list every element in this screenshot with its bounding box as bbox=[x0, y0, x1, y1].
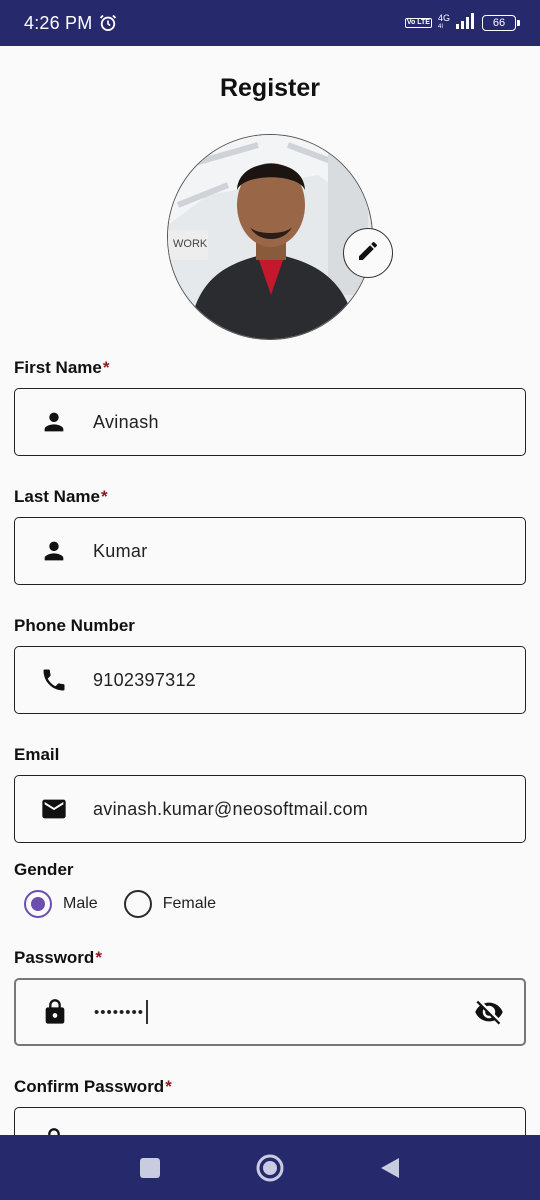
confirm-password-field[interactable] bbox=[14, 1107, 526, 1135]
person-icon bbox=[15, 537, 93, 565]
gender-female-radio[interactable]: Female bbox=[123, 890, 217, 918]
radio-checked-icon[interactable] bbox=[24, 890, 52, 918]
email-value: avinash.kumar@neosoftmail.com bbox=[93, 798, 369, 819]
last-name-label: Last Name* bbox=[14, 487, 108, 506]
avatar: WORK bbox=[167, 134, 373, 340]
volte-icon: Vo LTE bbox=[404, 18, 432, 28]
mail-icon bbox=[15, 795, 93, 823]
first-name-value: Avinash bbox=[93, 411, 159, 432]
first-name-label: First Name* bbox=[14, 358, 110, 377]
gender-male-label: Male bbox=[63, 895, 98, 912]
email-field[interactable]: avinash.kumar@neosoftmail.com bbox=[14, 775, 526, 843]
gender-male-radio[interactable]: Male bbox=[24, 890, 98, 918]
lock-icon bbox=[15, 1127, 93, 1135]
last-name-field[interactable]: Kumar bbox=[14, 517, 526, 585]
gender-label: Gender bbox=[14, 860, 74, 879]
home-button[interactable] bbox=[250, 1148, 290, 1188]
page-title: Register bbox=[219, 74, 321, 102]
alarm-icon bbox=[98, 13, 118, 33]
phone-field[interactable]: 9102397312 bbox=[14, 646, 526, 714]
password-label: Password* bbox=[14, 948, 102, 967]
status-bar: 4:26 PM Vo LTE 4G 4I 66 bbox=[0, 0, 540, 46]
profile-photo[interactable]: WORK bbox=[167, 134, 393, 340]
battery-icon: 66 bbox=[482, 15, 520, 31]
status-time: 4:26 PM bbox=[24, 12, 93, 33]
radio-unchecked-icon[interactable] bbox=[123, 890, 152, 918]
phone-label: Phone Number bbox=[14, 616, 135, 635]
pencil-icon bbox=[356, 239, 380, 268]
phone-icon bbox=[15, 666, 93, 694]
text-caret bbox=[146, 1000, 149, 1024]
network-type: 4G 4I bbox=[437, 13, 450, 31]
visibility-off-icon[interactable] bbox=[474, 997, 504, 1027]
last-name-value: Kumar bbox=[93, 540, 148, 561]
gender-female-label: Female bbox=[162, 895, 217, 912]
email-label: Email bbox=[14, 745, 60, 764]
password-field[interactable]: •••••••• bbox=[14, 978, 526, 1046]
lock-icon bbox=[16, 998, 94, 1026]
gender-radio-group: Male Female bbox=[24, 890, 242, 918]
register-form: Register WORK First Name* Avinash Last N… bbox=[0, 46, 540, 1135]
phone-value: 9102397312 bbox=[93, 669, 197, 690]
first-name-field[interactable]: Avinash bbox=[14, 388, 526, 456]
signal-icon bbox=[456, 12, 476, 34]
password-value: •••••••• bbox=[94, 1000, 149, 1024]
confirm-password-label: Confirm Password* bbox=[14, 1077, 172, 1096]
svg-text:WORK: WORK bbox=[173, 238, 208, 250]
system-nav-bar bbox=[0, 1135, 540, 1200]
recents-button[interactable] bbox=[130, 1148, 170, 1188]
person-icon bbox=[15, 408, 93, 436]
edit-photo-button[interactable] bbox=[343, 228, 393, 278]
back-button[interactable] bbox=[370, 1148, 410, 1188]
